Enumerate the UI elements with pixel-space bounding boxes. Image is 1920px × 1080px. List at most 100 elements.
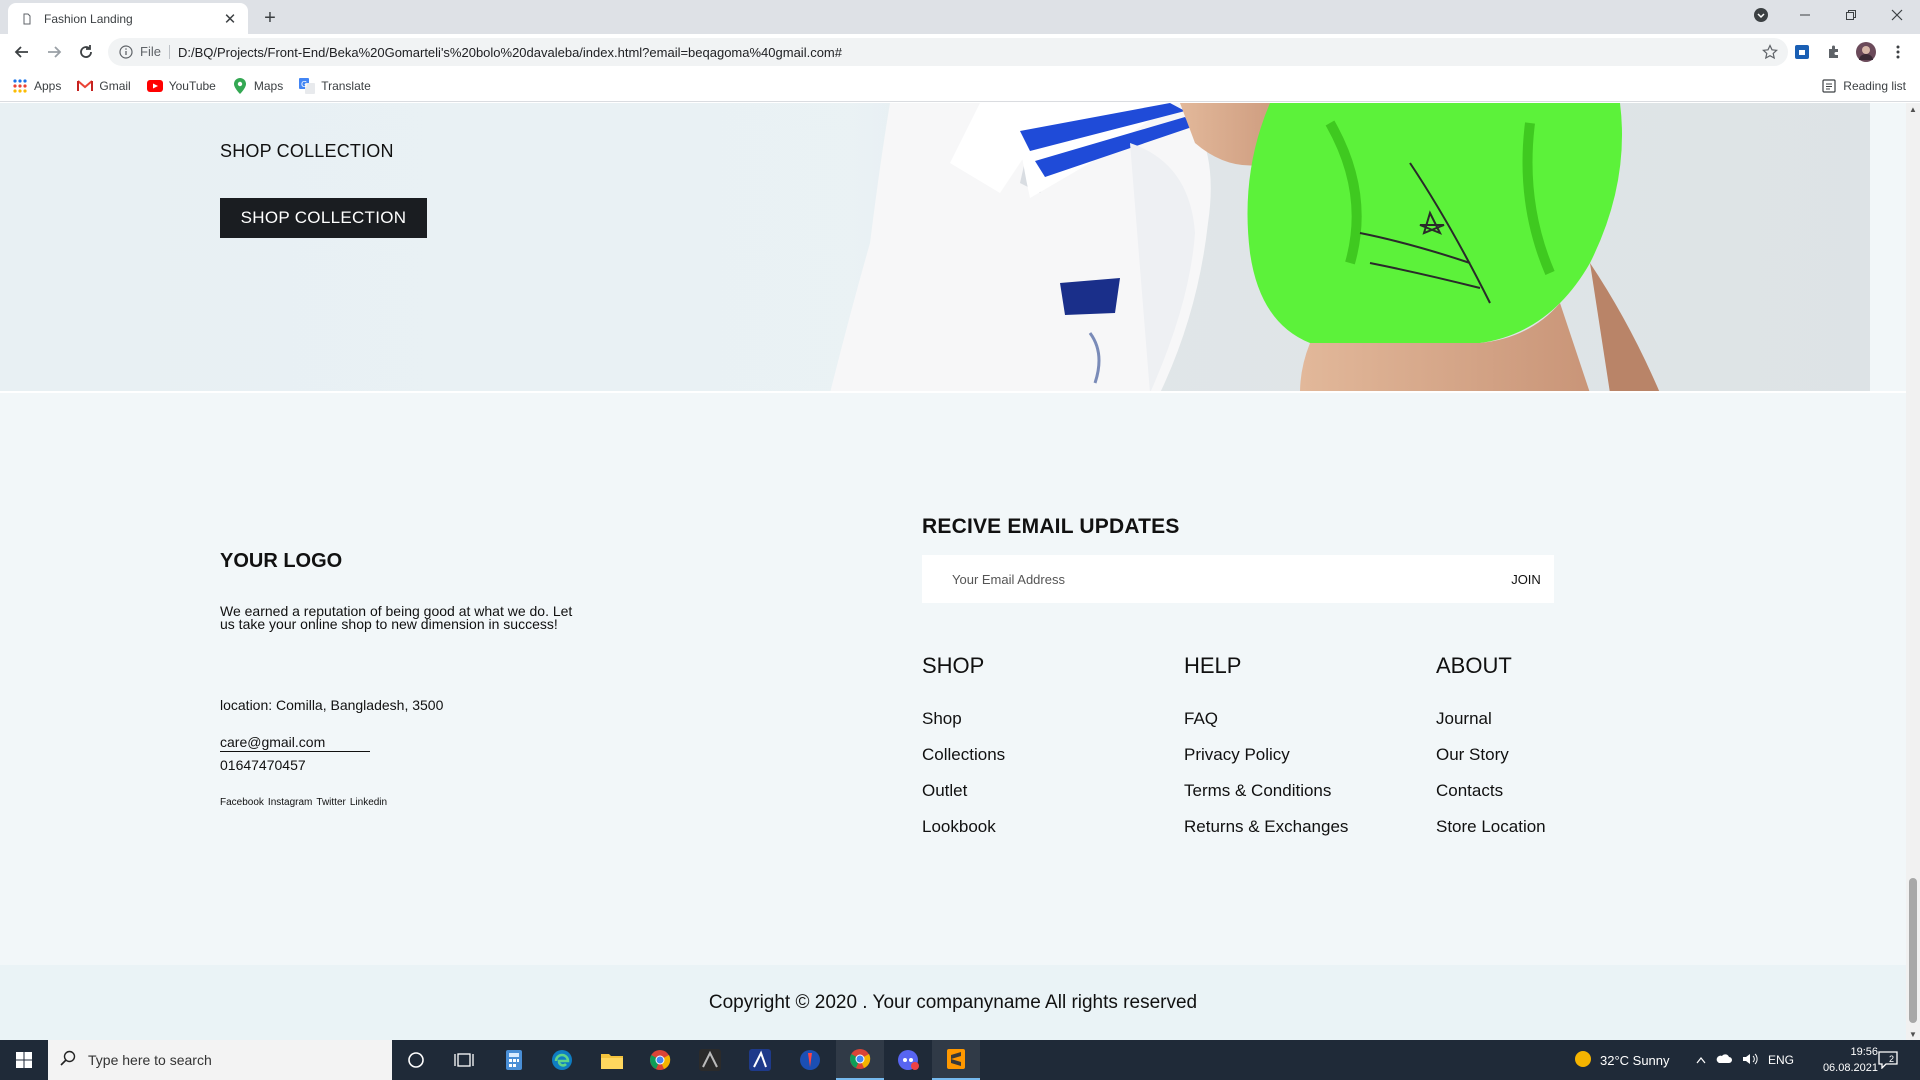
close-window-icon[interactable] (1874, 0, 1920, 30)
bookmark-label: Apps (34, 78, 62, 93)
column-title: HELP (1184, 653, 1242, 678)
join-button[interactable]: JOIN (1498, 572, 1554, 587)
windows-start-icon[interactable] (0, 1040, 48, 1080)
facebook-link[interactable]: Facebook (220, 797, 264, 808)
bookmark-label: YouTube (168, 78, 216, 93)
footer-link-outlet[interactable]: Outlet (922, 781, 1005, 817)
page-scrollbar[interactable]: ▲ ▼ (1906, 103, 1920, 1040)
footer-link-our-story[interactable]: Our Story (1436, 745, 1546, 781)
chrome-active-icon[interactable] (836, 1040, 884, 1080)
forward-icon[interactable] (42, 40, 66, 64)
bookmark-label: Gmail (99, 78, 131, 93)
task-view-icon[interactable] (440, 1040, 488, 1080)
footer-location: location: Comilla, Bangladesh, 3500 (220, 697, 444, 713)
bookmark-label: Translate (321, 78, 371, 93)
edge-icon[interactable] (538, 1040, 586, 1080)
footer-link-collections[interactable]: Collections (922, 745, 1005, 781)
calculator-icon[interactable] (490, 1040, 538, 1080)
hero-fashion-image (830, 103, 1906, 391)
hero-section: SHOP COLLECTION SHOP COLLECTION (0, 103, 1906, 393)
tab-search-icon[interactable] (1738, 0, 1784, 30)
footer-column-about: ABOUT Journal Our Story Contacts Store L… (1436, 653, 1546, 853)
new-tab-button[interactable]: + (258, 6, 282, 30)
instagram-link[interactable]: Instagram (268, 797, 312, 808)
footer-column-help: HELP FAQ Privacy Policy Terms & Conditio… (1184, 653, 1348, 853)
svg-text:G: G (301, 80, 307, 89)
address-bar[interactable]: File D:/BQ/Projects/Front-End/Beka%20Gom… (108, 38, 1788, 66)
bookmark-gmail[interactable]: Gmail (77, 78, 131, 94)
scroll-down-icon[interactable]: ▼ (1909, 1030, 1917, 1039)
footer-logo[interactable]: YOUR LOGO (220, 550, 342, 573)
browser-tab[interactable]: Fashion Landing ✕ (8, 3, 248, 34)
footer-link-shop[interactable]: Shop (922, 709, 1005, 745)
weather-widget[interactable]: 32°C Sunny (1574, 1040, 1670, 1080)
chrome-icon[interactable] (636, 1040, 684, 1080)
discord-icon[interactable] (884, 1040, 932, 1080)
windows-taskbar: Type here to search 32°C Sunny ENG 19:56… (0, 1040, 1920, 1080)
footer-link-contacts[interactable]: Contacts (1436, 781, 1546, 817)
footer-link-faq[interactable]: FAQ (1184, 709, 1348, 745)
twitter-link[interactable]: Twitter (316, 797, 345, 808)
bookmark-translate[interactable]: G Translate (299, 77, 371, 94)
translate-icon: G (299, 77, 316, 94)
app-launcher-icon[interactable] (786, 1040, 834, 1080)
sublime-text-icon[interactable] (932, 1040, 980, 1080)
newsletter-form: JOIN (922, 555, 1554, 603)
more-menu-icon[interactable] (1888, 42, 1908, 62)
copyright-bar: Copyright © 2020 . Your companyname All … (0, 965, 1906, 1040)
footer-link-privacy[interactable]: Privacy Policy (1184, 745, 1348, 781)
newsletter-title: RECIVE EMAIL UPDATES (922, 515, 1180, 538)
tab-title: Fashion Landing (44, 11, 133, 26)
restore-icon[interactable] (1828, 0, 1874, 30)
scrollbar-thumb[interactable] (1909, 878, 1917, 1023)
search-icon (60, 1050, 76, 1071)
bookmark-maps[interactable]: Maps (232, 77, 284, 94)
puzzle-icon[interactable] (1824, 42, 1844, 62)
url-text[interactable]: D:/BQ/Projects/Front-End/Beka%20Gomartel… (178, 45, 842, 60)
shop-collection-button[interactable]: SHOP COLLECTION (220, 198, 427, 238)
file-explorer-icon[interactable] (588, 1040, 636, 1080)
sun-icon (1574, 1050, 1592, 1071)
notification-center-icon[interactable]: 2 (1878, 1040, 1898, 1080)
extension-icon[interactable] (1792, 42, 1812, 62)
bookmark-label: Maps (253, 78, 284, 93)
cortana-icon[interactable] (392, 1040, 440, 1080)
taskbar-search-box[interactable]: Type here to search (48, 1040, 392, 1080)
vector-app-icon[interactable] (736, 1040, 784, 1080)
tray-icons: ENG (1696, 1040, 1794, 1080)
scroll-up-icon[interactable]: ▲ (1909, 105, 1917, 114)
inkscape-icon[interactable] (686, 1040, 734, 1080)
footer-link-lookbook[interactable]: Lookbook (922, 817, 1005, 853)
bookmark-star-icon[interactable] (1762, 44, 1778, 60)
bookmark-youtube[interactable]: YouTube (146, 78, 216, 94)
volume-icon[interactable] (1742, 1052, 1758, 1069)
language-indicator[interactable]: ENG (1768, 1053, 1794, 1067)
maps-pin-icon (232, 77, 248, 94)
footer-column-shop: SHOP Shop Collections Outlet Lookbook (922, 653, 1005, 853)
hero-heading: SHOP COLLECTION (220, 141, 394, 161)
back-icon[interactable] (10, 40, 34, 64)
avatar[interactable] (1856, 42, 1876, 62)
newsletter-email-input[interactable] (922, 555, 1498, 603)
footer-link-store-location[interactable]: Store Location (1436, 817, 1546, 853)
linkedin-link[interactable]: Linkedin (350, 797, 387, 808)
footer-link-returns[interactable]: Returns & Exchanges (1184, 817, 1348, 853)
footer-link-terms[interactable]: Terms & Conditions (1184, 781, 1348, 817)
close-tab-icon[interactable]: ✕ (222, 11, 238, 28)
file-scheme-label: File (140, 45, 170, 59)
clock-time: 19:56 (1850, 1046, 1878, 1058)
bookmark-apps[interactable]: Apps (12, 78, 61, 94)
gmail-icon (77, 78, 94, 94)
page-viewport: SHOP COLLECTION SHOP COLLECTION YOUR LOG… (0, 103, 1906, 1040)
footer-link-journal[interactable]: Journal (1436, 709, 1546, 745)
taskbar-search-placeholder: Type here to search (88, 1052, 212, 1068)
footer-email-link[interactable]: care@gmail.com (220, 734, 370, 752)
cloud-icon[interactable] (1716, 1053, 1732, 1067)
info-icon[interactable] (118, 44, 134, 60)
chevron-up-icon[interactable] (1696, 1053, 1706, 1067)
page-icon (20, 12, 34, 26)
system-clock[interactable]: 19:56 06.08.2021 (1823, 1044, 1878, 1076)
reading-list-button[interactable]: Reading list (1821, 78, 1906, 94)
reload-icon[interactable] (74, 40, 98, 64)
minimize-icon[interactable] (1782, 0, 1828, 30)
